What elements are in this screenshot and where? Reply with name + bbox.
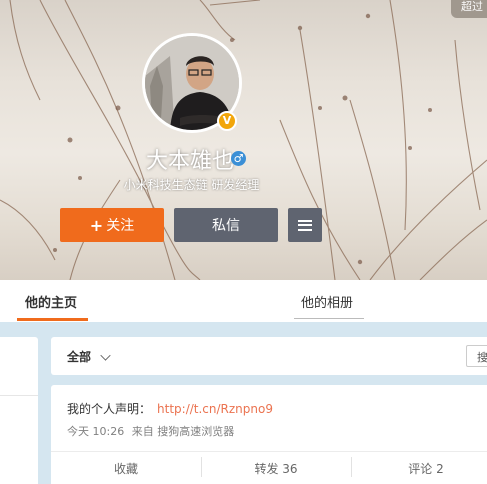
profile-cover: 超过 V 大本雄也 ♂ 小米科技生态链 研发经理 + 关注 私信	[0, 0, 487, 280]
follow-button[interactable]: + 关注	[60, 208, 164, 242]
hamburger-icon	[298, 219, 312, 231]
follow-label: 关注	[106, 218, 135, 234]
repost-button[interactable]: 转发 36	[201, 460, 351, 477]
tab-divider	[294, 318, 364, 319]
active-tab-indicator	[17, 318, 88, 321]
tab-home[interactable]: 他的主页	[25, 292, 77, 311]
comment-button[interactable]: 评论 2	[351, 460, 487, 477]
left-sidebar-panel	[0, 337, 38, 484]
post-link[interactable]: http://t.cn/Rznpno9	[157, 402, 273, 416]
post-time[interactable]: 今天 10:26	[67, 425, 124, 438]
verified-badge-icon: V	[217, 111, 237, 131]
feed-post: 我的个人声明： http://t.cn/Rznpno9 今天 10:26 来自 搜…	[51, 385, 487, 484]
post-from: 来自	[131, 425, 154, 438]
divider	[51, 451, 487, 452]
profile-name: 大本雄也	[145, 149, 234, 174]
tab-album[interactable]: 他的相册	[301, 292, 353, 311]
feed-filter-bar: 全部 搜	[51, 337, 487, 375]
search-input[interactable]: 搜	[466, 345, 487, 367]
favorite-button[interactable]: 收藏	[51, 460, 201, 477]
filter-all-dropdown[interactable]: 全部	[67, 348, 91, 365]
profile-tabs: 他的主页 他的相册	[0, 280, 487, 322]
post-text: 我的个人声明：	[67, 402, 152, 416]
male-gender-icon: ♂	[231, 151, 246, 166]
post-content: 我的个人声明： http://t.cn/Rznpno9	[67, 400, 273, 417]
more-menu-button[interactable]	[288, 208, 322, 242]
corner-badge: 超过	[451, 0, 487, 18]
divider	[0, 395, 38, 396]
message-button[interactable]: 私信	[174, 208, 278, 242]
post-meta: 今天 10:26 来自 搜狗高速浏览器	[67, 423, 234, 439]
chevron-down-icon[interactable]	[100, 350, 111, 361]
profile-intro: 小米科技生态链 研发经理	[123, 178, 260, 192]
plus-icon: +	[89, 215, 104, 235]
message-label: 私信	[212, 218, 240, 234]
post-source[interactable]: 搜狗高速浏览器	[157, 425, 234, 438]
